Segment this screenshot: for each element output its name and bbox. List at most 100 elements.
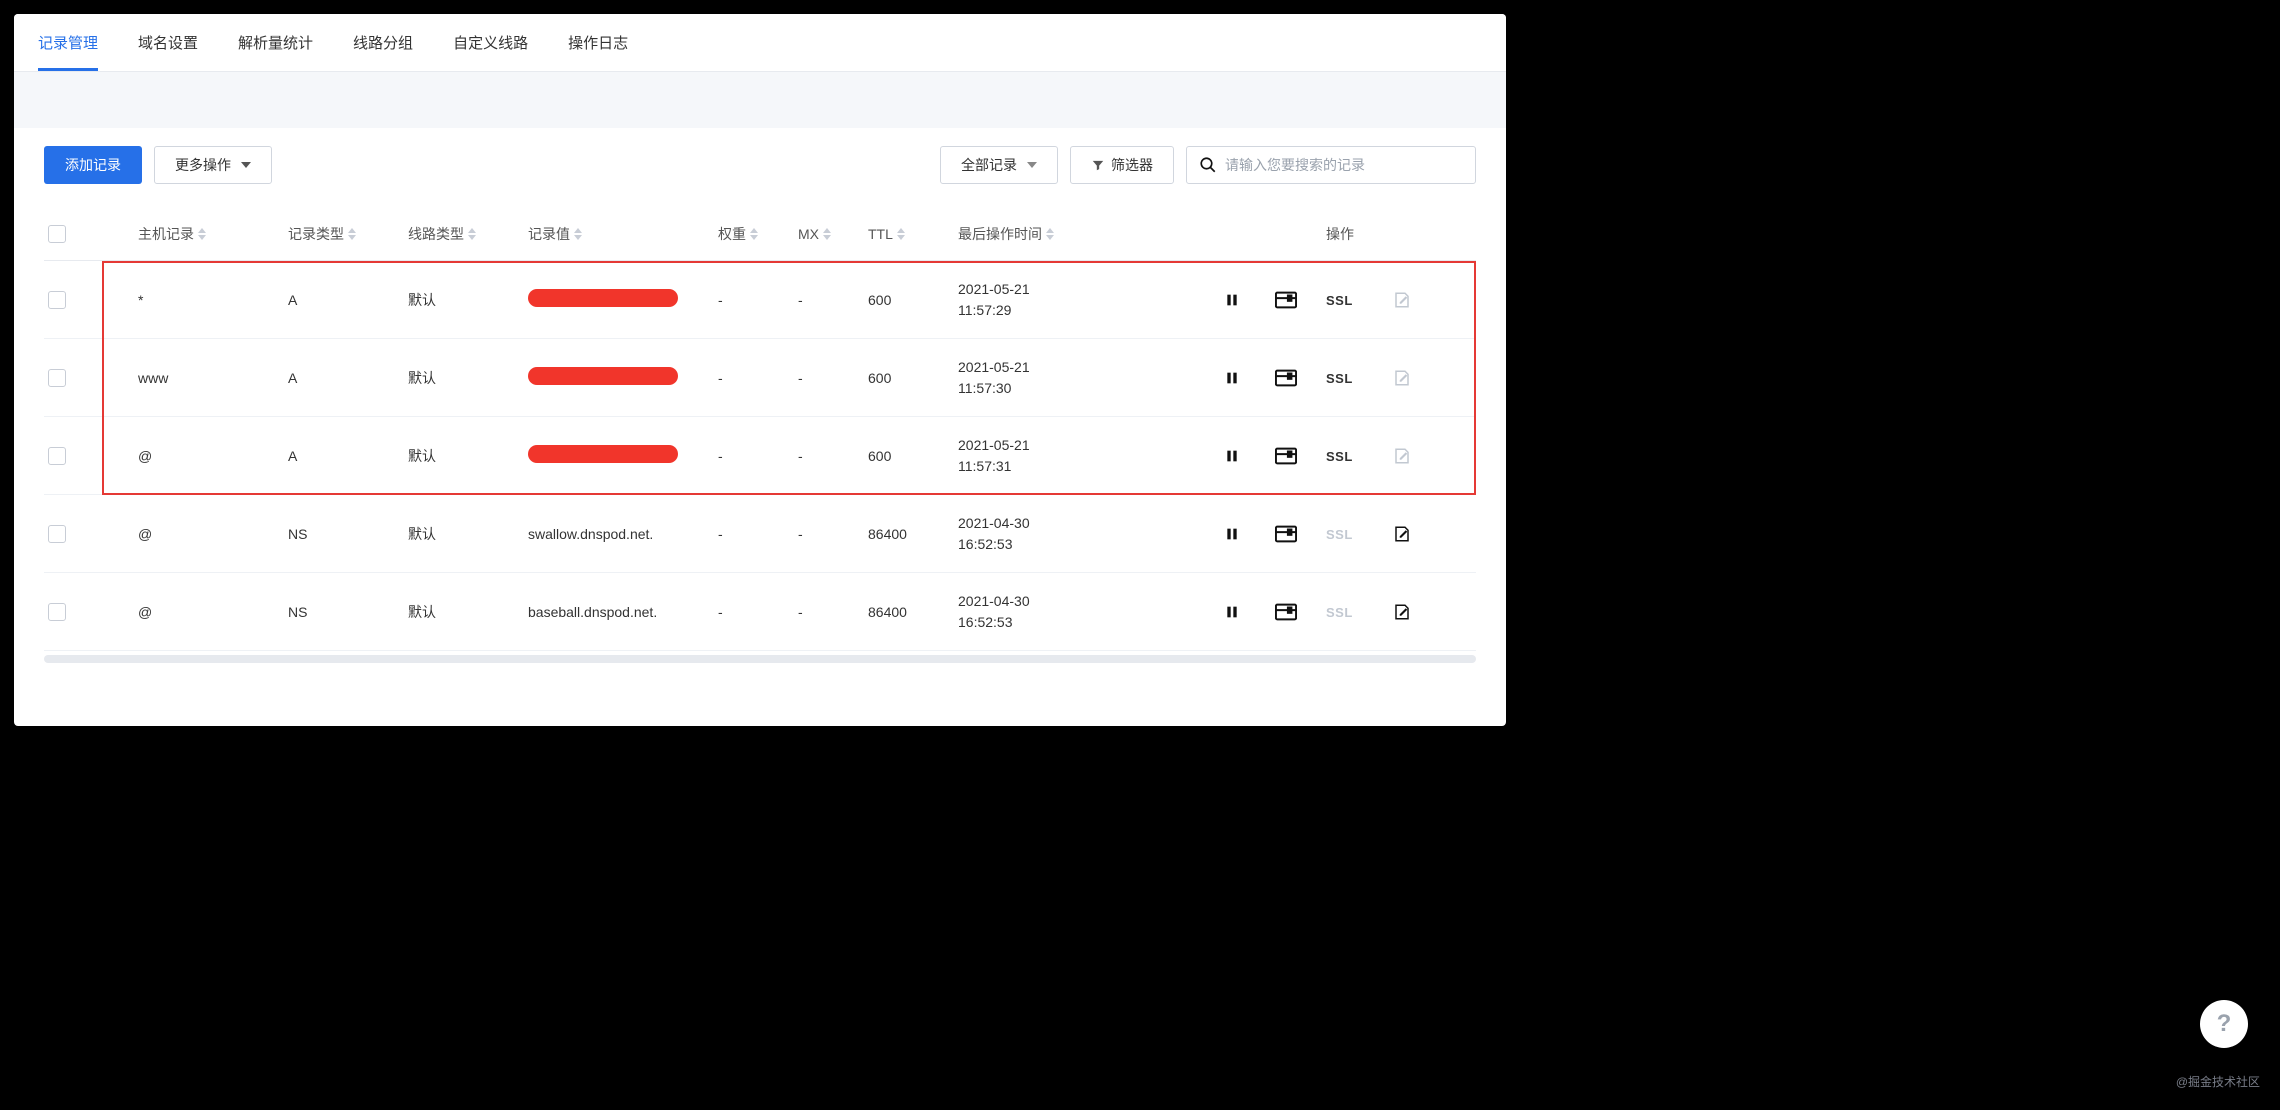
card-button[interactable] — [1272, 600, 1300, 624]
edit-button[interactable] — [1388, 600, 1416, 624]
caret-down-icon — [241, 162, 251, 168]
cell-type: A — [284, 286, 404, 314]
table-row: @ NS 默认 baseball.dnspod.net. - - 86400 2… — [44, 573, 1476, 651]
search-box[interactable] — [1186, 146, 1476, 184]
col-host[interactable]: 主机记录 — [134, 218, 284, 250]
card-icon — [1275, 447, 1297, 465]
sort-icon — [750, 228, 758, 240]
cell-type: A — [284, 364, 404, 392]
redacted-value — [528, 445, 678, 463]
tab-4[interactable]: 自定义线路 — [453, 14, 528, 71]
ssl-button[interactable]: SSL — [1326, 371, 1353, 386]
card-icon — [1275, 603, 1297, 621]
cell-host: www — [134, 364, 284, 392]
more-actions-button[interactable]: 更多操作 — [154, 146, 272, 184]
redacted-value — [528, 367, 678, 385]
cell-host: * — [134, 286, 284, 314]
table-header: 主机记录 记录类型 线路类型 记录值 权重 MX TTL 最后操作时间 操作 — [44, 208, 1476, 261]
row-checkbox[interactable] — [48, 291, 66, 309]
pause-icon — [1224, 370, 1240, 386]
cell-ttl: 600 — [864, 286, 954, 314]
horizontal-scrollbar[interactable] — [44, 655, 1476, 663]
add-record-button[interactable]: 添加记录 — [44, 146, 142, 184]
card-icon — [1275, 291, 1297, 309]
tab-5[interactable]: 操作日志 — [568, 14, 628, 71]
col-mx[interactable]: MX — [794, 220, 864, 248]
col-actions: 操作 — [1322, 218, 1384, 250]
col-line[interactable]: 线路类型 — [404, 218, 524, 250]
tab-1[interactable]: 域名设置 — [138, 14, 198, 71]
sort-icon — [348, 228, 356, 240]
edit-button[interactable] — [1388, 366, 1416, 390]
tab-2[interactable]: 解析量统计 — [238, 14, 313, 71]
tab-3[interactable]: 线路分组 — [353, 14, 413, 71]
pause-icon — [1224, 448, 1240, 464]
cell-mx: - — [794, 520, 864, 548]
col-ttl[interactable]: TTL — [864, 220, 954, 248]
row-checkbox[interactable] — [48, 525, 66, 543]
cell-lastop: 2021-05-2111:57:29 — [954, 273, 1134, 327]
table-row: @ A 默认 - - 600 2021-05-2111:57:31 SSL — [44, 417, 1476, 495]
card-button[interactable] — [1272, 366, 1300, 390]
tab-0[interactable]: 记录管理 — [38, 14, 98, 71]
subheader — [14, 72, 1506, 128]
rows: * A 默认 - - 600 2021-05-2111:57:29 SSL ww… — [44, 261, 1476, 651]
ssl-button[interactable]: SSL — [1326, 449, 1353, 464]
col-weight[interactable]: 权重 — [714, 218, 794, 250]
cell-ttl: 600 — [864, 442, 954, 470]
cell-mx: - — [794, 286, 864, 314]
row-checkbox[interactable] — [48, 603, 66, 621]
cell-weight: - — [714, 364, 794, 392]
pause-button[interactable] — [1218, 444, 1246, 468]
cell-type: NS — [284, 598, 404, 626]
pause-icon — [1224, 604, 1240, 620]
edit-button[interactable] — [1388, 288, 1416, 312]
cell-lastop: 2021-05-2111:57:30 — [954, 351, 1134, 405]
all-records-dropdown[interactable]: 全部记录 — [940, 146, 1058, 184]
help-button[interactable]: ? — [2200, 1000, 2248, 1048]
cell-host: @ — [134, 442, 284, 470]
card-button[interactable] — [1272, 288, 1300, 312]
cell-line: 默认 — [404, 284, 524, 316]
card-button[interactable] — [1272, 522, 1300, 546]
pause-icon — [1224, 292, 1240, 308]
cell-lastop: 2021-05-2111:57:31 — [954, 429, 1134, 483]
sort-icon — [823, 228, 831, 240]
edit-button[interactable] — [1388, 444, 1416, 468]
edit-button[interactable] — [1388, 522, 1416, 546]
edit-icon — [1393, 447, 1411, 465]
cell-value: swallow.dnspod.net. — [528, 526, 653, 542]
card-button[interactable] — [1272, 444, 1300, 468]
pause-button[interactable] — [1218, 600, 1246, 624]
pause-button[interactable] — [1218, 522, 1246, 546]
cell-weight: - — [714, 520, 794, 548]
pause-button[interactable] — [1218, 288, 1246, 312]
row-checkbox[interactable] — [48, 369, 66, 387]
cell-ttl: 86400 — [864, 598, 954, 626]
ssl-button[interactable]: SSL — [1326, 605, 1353, 620]
pause-icon — [1224, 526, 1240, 542]
table-row: * A 默认 - - 600 2021-05-2111:57:29 SSL — [44, 261, 1476, 339]
filter-button[interactable]: 筛选器 — [1070, 146, 1174, 184]
search-input[interactable] — [1225, 157, 1463, 173]
cell-lastop: 2021-04-3016:52:53 — [954, 585, 1134, 639]
sort-icon — [574, 228, 582, 240]
all-records-label: 全部记录 — [961, 155, 1017, 175]
table-row: @ NS 默认 swallow.dnspod.net. - - 86400 20… — [44, 495, 1476, 573]
row-checkbox[interactable] — [48, 447, 66, 465]
caret-down-icon — [1027, 162, 1037, 168]
col-value[interactable]: 记录值 — [524, 218, 714, 250]
cell-ttl: 600 — [864, 364, 954, 392]
ssl-button[interactable]: SSL — [1326, 293, 1353, 308]
cell-ttl: 86400 — [864, 520, 954, 548]
cell-host: @ — [134, 520, 284, 548]
col-type[interactable]: 记录类型 — [284, 218, 404, 250]
cell-weight: - — [714, 442, 794, 470]
cell-type: A — [284, 442, 404, 470]
pause-button[interactable] — [1218, 366, 1246, 390]
select-all-checkbox[interactable] — [48, 225, 66, 243]
table-row: www A 默认 - - 600 2021-05-2111:57:30 SSL — [44, 339, 1476, 417]
col-lastop[interactable]: 最后操作时间 — [954, 218, 1134, 250]
ssl-button[interactable]: SSL — [1326, 527, 1353, 542]
edit-icon — [1393, 603, 1411, 621]
